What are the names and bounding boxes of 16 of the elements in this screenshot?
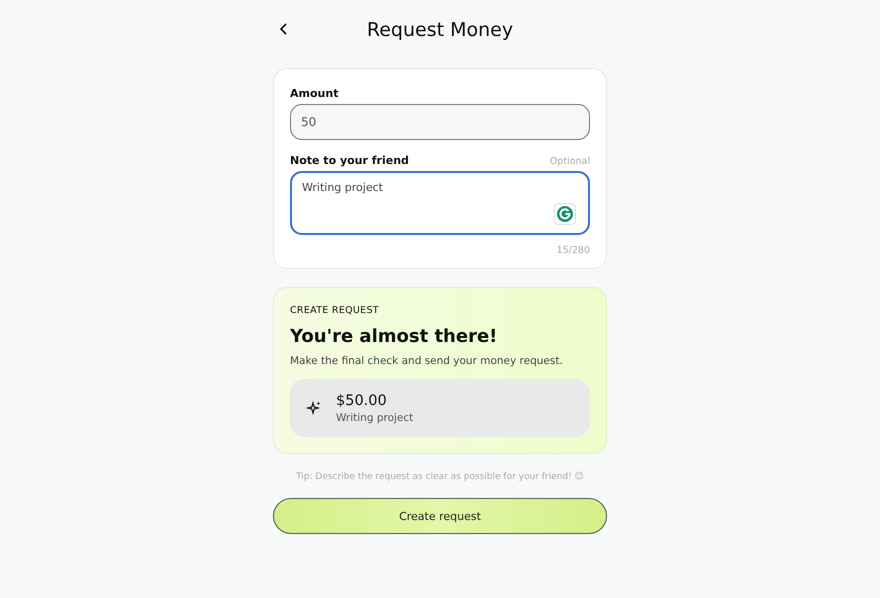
summary-description: Make the final check and send your money request. bbox=[290, 355, 564, 367]
character-counter: 15/280 bbox=[556, 245, 590, 256]
sparkle-icon bbox=[306, 400, 322, 416]
assistant-icon[interactable] bbox=[554, 203, 576, 225]
optional-hint: Optional bbox=[550, 156, 590, 167]
amount-field[interactable]: 50 bbox=[290, 104, 590, 140]
tip-text: Tip: Describe the request as clear as possible for your friend! 😉 bbox=[295, 472, 585, 482]
summary-heading: You're almost there! bbox=[290, 326, 498, 347]
request-amount: $50.00 bbox=[336, 392, 388, 408]
page-title: Request Money bbox=[366, 19, 514, 41]
section-label: CREATE REQUEST bbox=[290, 305, 380, 316]
request-note: Writing project bbox=[336, 412, 414, 424]
field-label: Note to your friend bbox=[290, 154, 409, 167]
create-request-button[interactable]: Create request bbox=[273, 498, 607, 534]
field-label: Amount bbox=[290, 87, 340, 100]
note-field[interactable]: Writing project bbox=[290, 171, 590, 235]
